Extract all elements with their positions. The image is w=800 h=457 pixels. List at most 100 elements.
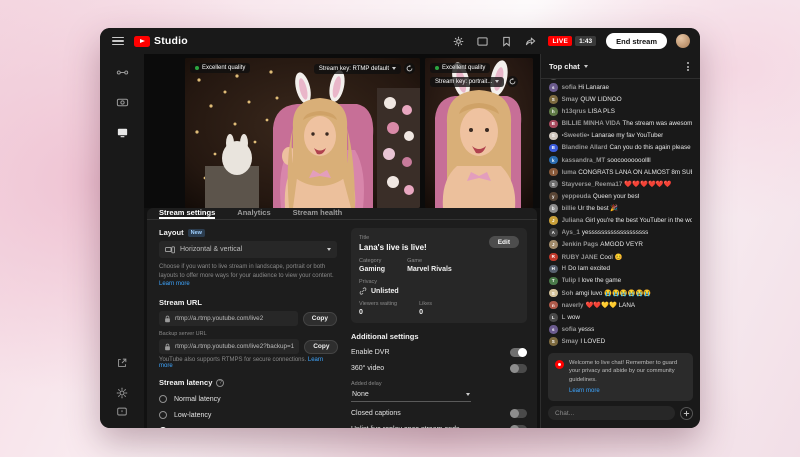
chat-extras-button[interactable] — [680, 406, 693, 420]
settings-gear-icon[interactable] — [453, 36, 464, 47]
chat-message[interactable]: A Ays_1 yesssssssssssssssssss — [549, 228, 692, 237]
layout-dropdown[interactable]: Horizontal & vertical — [159, 241, 337, 258]
chat-menu-icon[interactable] — [684, 61, 692, 72]
chat-message-text: Ur the best 🎉 — [577, 205, 619, 213]
added-delay-label: Added delay — [351, 381, 382, 387]
feedback-icon[interactable] — [116, 405, 129, 418]
copy-backup-url-button[interactable]: Copy — [304, 339, 339, 354]
chat-avatar: J — [549, 216, 558, 225]
manage-stream-icon[interactable] — [116, 126, 129, 139]
top-chat-dropdown[interactable]: Top chat — [549, 62, 588, 71]
chevron-down-icon — [495, 80, 500, 83]
stream-latency-label: Stream latency — [159, 378, 213, 388]
layout-view-icon[interactable] — [477, 36, 489, 47]
chat-message-text: LISA PLS — [588, 108, 615, 116]
chat-message[interactable]: l luma CONGRATS LANA ON ALMOST 8m SUBS — [549, 167, 692, 177]
settings-tabs: Stream settings Analytics Stream health — [147, 208, 537, 220]
chat-message[interactable]: J Jenkin Pags AMGOD VEYR — [549, 240, 692, 249]
chevron-down-icon — [327, 248, 331, 251]
closed-captions-label: Closed captions — [351, 410, 401, 417]
chat-message[interactable]: S •Sweetie• Lanarae my fav YouTuber — [549, 131, 692, 141]
chat-message[interactable]: H H Do Iam excited — [549, 264, 692, 274]
tab[interactable]: Stream settings — [159, 208, 216, 219]
enable-dvr-toggle[interactable] — [510, 348, 527, 357]
closed-captions-toggle[interactable] — [510, 409, 527, 418]
chat-message[interactable]: R RUBY JANE Cool 😊 — [549, 252, 692, 262]
chat-message[interactable]: S Smay QUW LIDNOO — [549, 95, 692, 104]
chat-author: Stayverse_Reema17 — [561, 181, 623, 189]
chat-message[interactable]: L Lwow — [549, 313, 692, 322]
sidebar-settings-gear-icon[interactable] — [116, 386, 129, 399]
chat-message[interactable]: T Tulip I love the game — [549, 276, 692, 286]
live-badge: LIVE — [548, 36, 573, 46]
video-360-toggle[interactable] — [510, 364, 527, 373]
end-stream-button[interactable]: End stream — [606, 33, 667, 49]
chat-input[interactable] — [548, 406, 675, 420]
added-delay-select[interactable]: None — [351, 389, 471, 402]
chat-message[interactable]: s sofia yesss — [549, 325, 692, 334]
chat-message[interactable]: h h13qrus LISA PLS — [549, 107, 692, 116]
chat-message[interactable]: n naverly ❤️❤️💛💛 LANA — [549, 300, 692, 310]
chat-message[interactable]: J Juliana Girl you're the best YouTuber i… — [549, 216, 692, 225]
chat-author: Blandine Allard — [561, 144, 608, 152]
youtube-studio-logo[interactable]: Studio — [134, 35, 188, 47]
backup-url-field[interactable]: rtmp://a.rtmp.youtube.com/live2?backup=1 — [159, 339, 300, 355]
chat-message-text: I LOVED — [580, 337, 606, 345]
chat-message[interactable]: S Smay I LOVED — [549, 337, 692, 346]
game-label: Game — [407, 258, 423, 264]
privacy-value: Unlisted — [371, 287, 399, 295]
tab[interactable]: Stream health — [293, 208, 343, 219]
copy-stream-url-button[interactable]: Copy — [302, 311, 337, 326]
chat-avatar: L — [549, 313, 558, 322]
edit-button[interactable]: Edit — [488, 236, 519, 248]
landscape-preview: Excellent quality Stream key: RTMP defau… — [185, 58, 420, 208]
chat-message[interactable]: L Lحبيبي — [549, 79, 692, 80]
chat-avatar: h — [549, 107, 558, 116]
stream-key-dropdown[interactable]: Stream key: RTMP default — [313, 63, 401, 74]
chat-author: kassandra_MT — [561, 156, 606, 164]
tab[interactable]: Analytics — [237, 208, 270, 219]
radio-icon — [159, 427, 167, 428]
unlist-replay-label: Unlist live replay once stream ends — [351, 426, 460, 428]
chat-message[interactable]: y yeppeuda Queen your best — [549, 192, 692, 201]
learn-more-link[interactable]: Learn more — [569, 387, 686, 395]
bookmark-icon[interactable] — [501, 36, 512, 47]
stream-url-field[interactable]: rtmp://a.rtmp.youtube.com/live2 — [159, 311, 298, 327]
viewers-waiting-label: Viewers waiting — [359, 301, 398, 307]
unlist-replay-toggle[interactable] — [510, 425, 527, 428]
latency-option[interactable]: Low-latency — [159, 411, 337, 420]
chat-author: billie — [561, 205, 576, 213]
refresh-preview-button[interactable] — [507, 76, 519, 87]
refresh-preview-button[interactable] — [404, 63, 415, 74]
avatar[interactable] — [676, 34, 690, 48]
learn-more-link[interactable]: Learn more — [159, 281, 190, 287]
chat-message[interactable]: B Blandine Allard Can you do this again p… — [549, 143, 692, 153]
likes-value: 0 — [419, 309, 424, 316]
chat-message[interactable]: k kassandra_MT soocooooooollll — [549, 155, 692, 165]
webcam-icon[interactable] — [116, 96, 129, 109]
chat-message[interactable]: B BILLIE MINHA VIDA The stream was awesom… — [549, 119, 692, 128]
help-icon[interactable]: ? — [216, 378, 225, 387]
chat-message[interactable]: S Stayverse_Reema17 ❤️❤️❤️❤️❤️❤️ — [549, 179, 692, 189]
chat-avatar: T — [549, 276, 558, 286]
latency-option[interactable]: Ultra-low-latency — [159, 427, 337, 428]
latency-option[interactable]: Normal latency — [159, 395, 337, 404]
chat-avatar: L — [549, 79, 558, 80]
chat-avatar: y — [549, 192, 558, 201]
menu-icon[interactable] — [112, 36, 124, 46]
chat-avatar: S — [549, 288, 558, 298]
viewers-waiting-value: 0 — [359, 309, 363, 316]
chat-message[interactable]: s sofia Hi Lanarae — [549, 83, 692, 92]
chat-message[interactable]: b billie Ur the best 🎉 — [549, 204, 692, 213]
stream-key-dropdown[interactable]: Stream key: portrait... — [430, 76, 505, 87]
quality-dot-icon — [195, 66, 199, 70]
open-in-new-icon[interactable] — [116, 356, 129, 369]
layout-help-text: Choose if you want to live stream in lan… — [159, 264, 334, 288]
chat-author: yeppeuda — [561, 192, 591, 200]
stream-icon[interactable] — [116, 66, 129, 79]
chat-avatar: k — [549, 155, 558, 165]
radio-icon — [159, 395, 167, 404]
chat-message[interactable]: S Soh amgi luvo 😭😭😭😭😭😭 — [549, 288, 692, 298]
video-preview-row: Excellent quality Stream key: RTMP defau… — [144, 54, 540, 208]
share-icon[interactable] — [525, 36, 536, 47]
